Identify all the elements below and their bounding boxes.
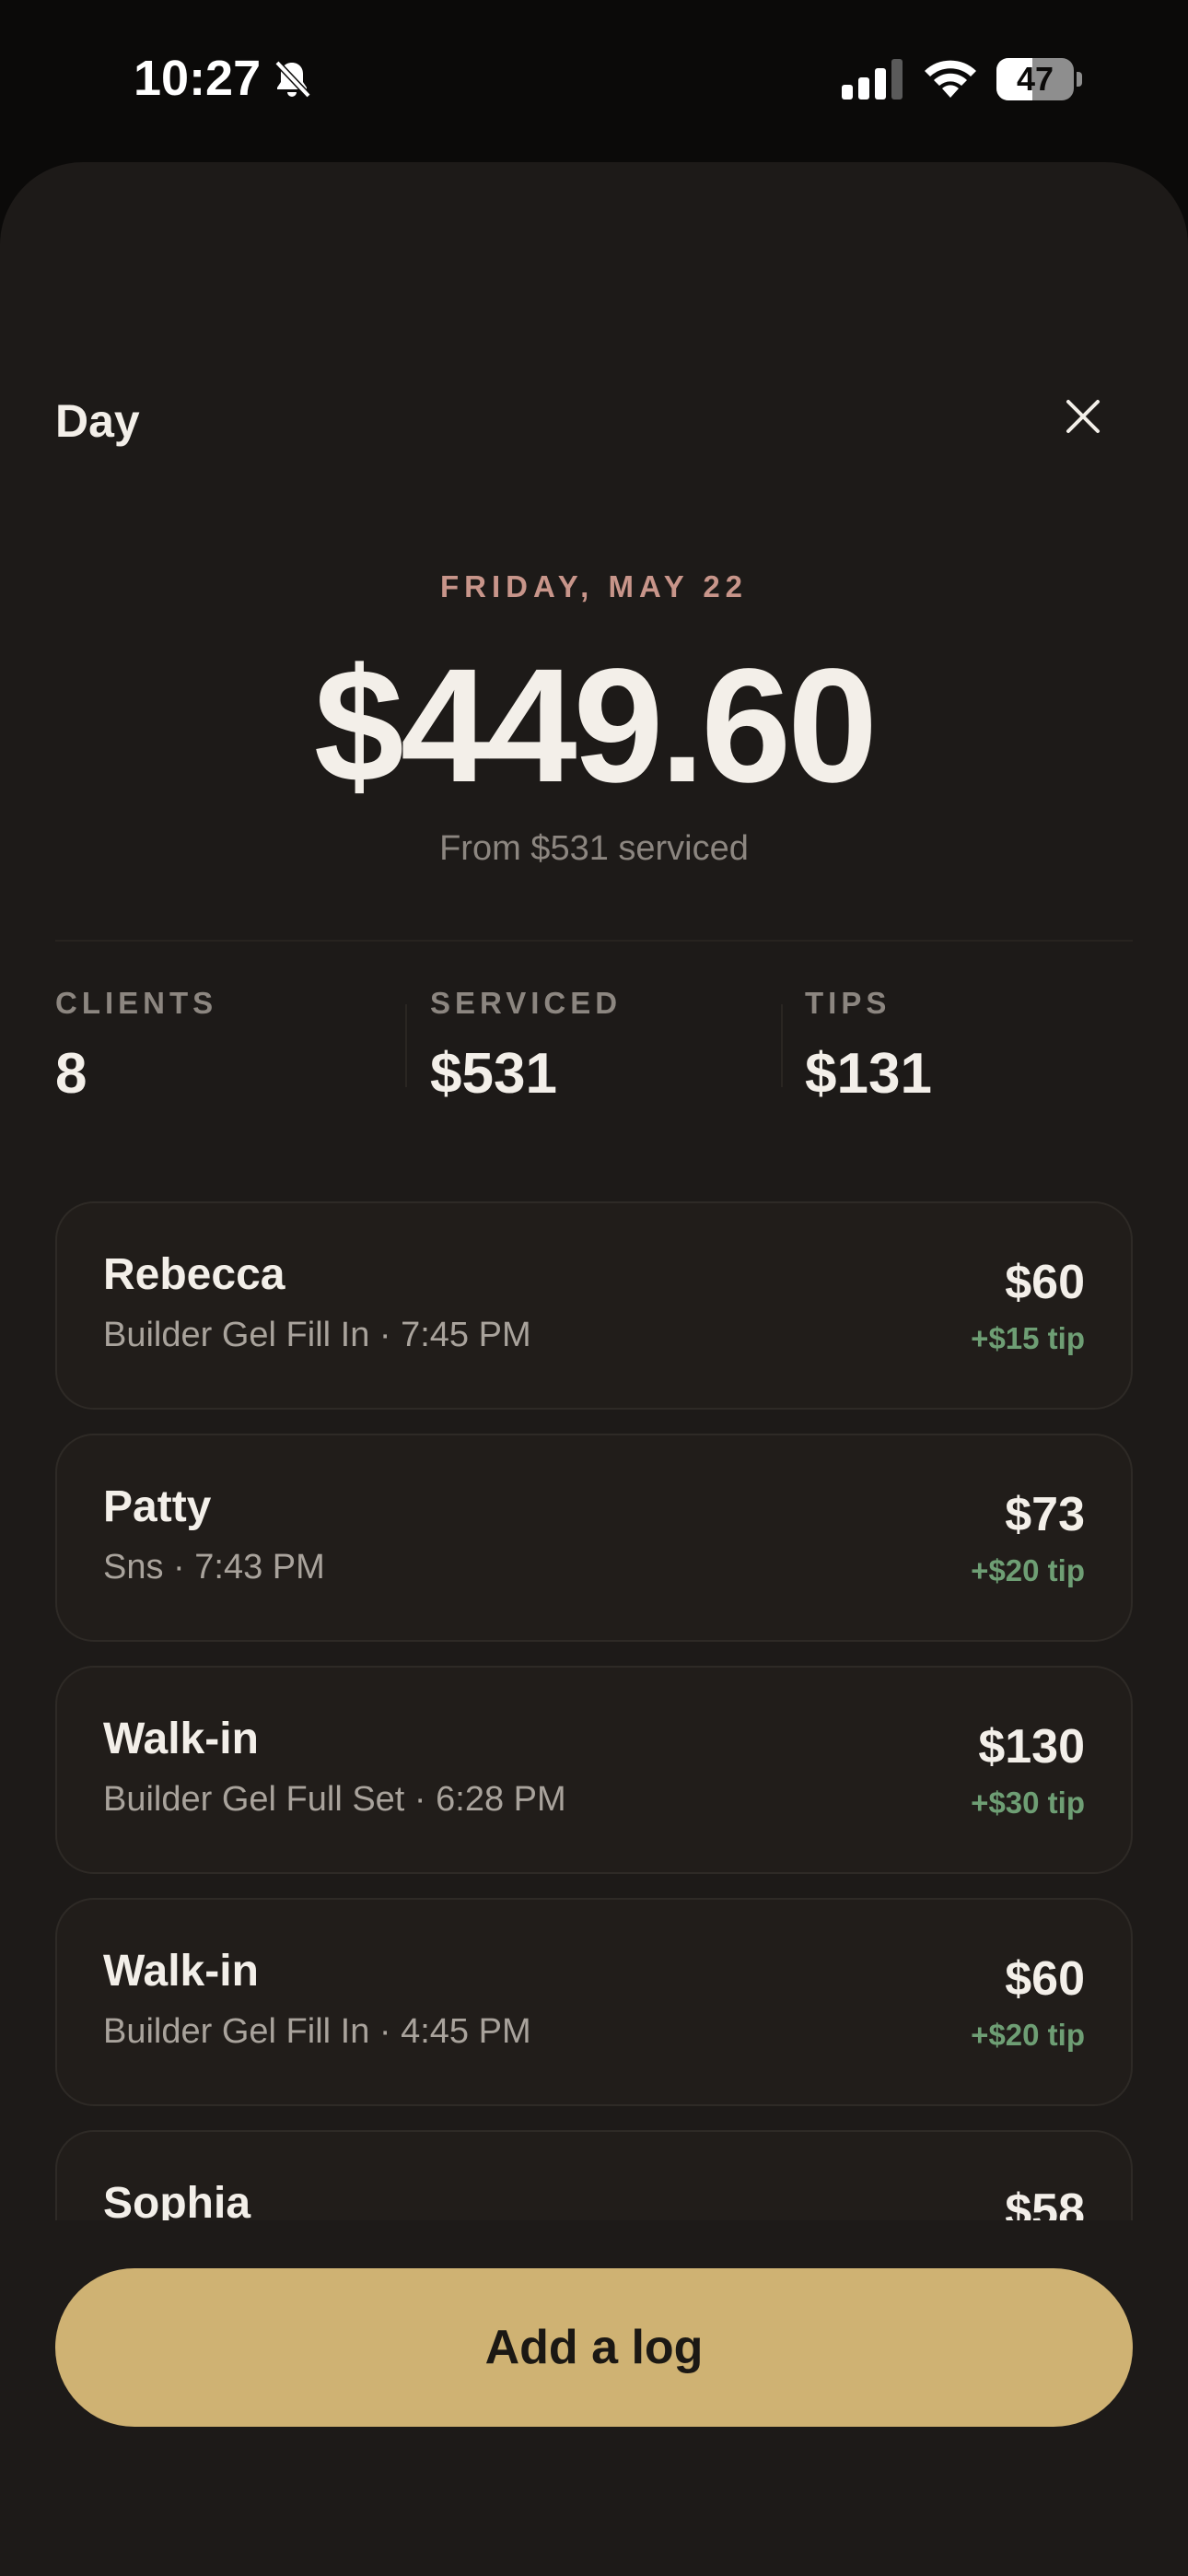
status-bar: 10:27 47 (0, 0, 1188, 162)
stat-value: $531 (430, 1042, 557, 1106)
cellular-signal-icon (842, 59, 903, 100)
service-detail: Sns · 7:43 PM (103, 1548, 325, 1587)
stat-divider (405, 1004, 407, 1087)
service-amount: $60 (1005, 1256, 1085, 1309)
service-amount: $73 (1005, 1488, 1085, 1541)
tip-amount: +$30 tip (971, 1786, 1085, 1820)
wifi-icon (925, 60, 976, 98)
service-amount: $58 (1005, 2184, 1085, 2220)
stat-label: CLIENTS (55, 986, 218, 1020)
service-amount: $60 (1005, 1952, 1085, 2006)
bell-slash-icon (274, 60, 311, 99)
stat-label: SERVICED (430, 986, 623, 1020)
service-detail: Builder Gel Fill In · 7:45 PM (103, 1316, 531, 1354)
battery-body: 47 (996, 58, 1074, 100)
stat-divider (781, 1004, 783, 1087)
battery-indicator: 47 (996, 58, 1082, 100)
stat-serviced: SERVICED $531 (430, 986, 780, 1107)
total-subtitle: From $531 serviced (439, 829, 749, 868)
client-name: Walk-in (103, 1947, 259, 1996)
close-icon[interactable] (1059, 392, 1107, 440)
client-name: Rebecca (103, 1250, 285, 1299)
log-entry-card[interactable]: Walk-in Builder Gel Full Set · 6:28 PM $… (55, 1666, 1133, 1874)
service-detail: Builder Gel Fill In · 4:45 PM (103, 2012, 531, 2051)
service-amount: $130 (978, 1720, 1085, 1774)
total-amount: $449.60 (313, 636, 878, 816)
stat-label: TIPS (805, 986, 891, 1020)
sheet-title: Day (55, 395, 140, 447)
client-name: Sophia (103, 2179, 251, 2220)
tip-amount: +$20 tip (971, 2018, 1085, 2052)
client-name: Walk-in (103, 1715, 259, 1763)
date-label: FRIDAY, MAY 22 (439, 569, 749, 603)
stat-value: $131 (805, 1042, 932, 1106)
service-detail: Builder Gel Full Set · 6:28 PM (103, 1780, 566, 1819)
log-entry-card[interactable]: Walk-in Builder Gel Fill In · 4:45 PM $6… (55, 1898, 1133, 2106)
log-entry-card[interactable]: Patty Sns · 7:43 PM $73 +$20 tip (55, 1434, 1133, 1642)
add-log-button[interactable]: Add a log (55, 2268, 1133, 2427)
battery-level: 47 (1016, 60, 1054, 98)
log-list[interactable]: Rebecca Builder Gel Fill In · 7:45 PM $6… (0, 1198, 1188, 2220)
divider (55, 940, 1133, 942)
client-name: Patty (103, 1482, 212, 1531)
tip-amount: +$15 tip (971, 1321, 1085, 1355)
log-entry-card[interactable]: Rebecca Builder Gel Fill In · 7:45 PM $6… (55, 1201, 1133, 1410)
battery-cap (1077, 72, 1082, 87)
status-time: 10:27 (134, 51, 262, 106)
stat-clients: CLIENTS 8 (55, 986, 405, 1107)
stat-value: 8 (55, 1042, 87, 1106)
log-entry-card[interactable]: Sophia $58 (55, 2130, 1133, 2220)
stat-tips: TIPS $131 (805, 986, 1155, 1107)
tip-amount: +$20 tip (971, 1553, 1085, 1587)
